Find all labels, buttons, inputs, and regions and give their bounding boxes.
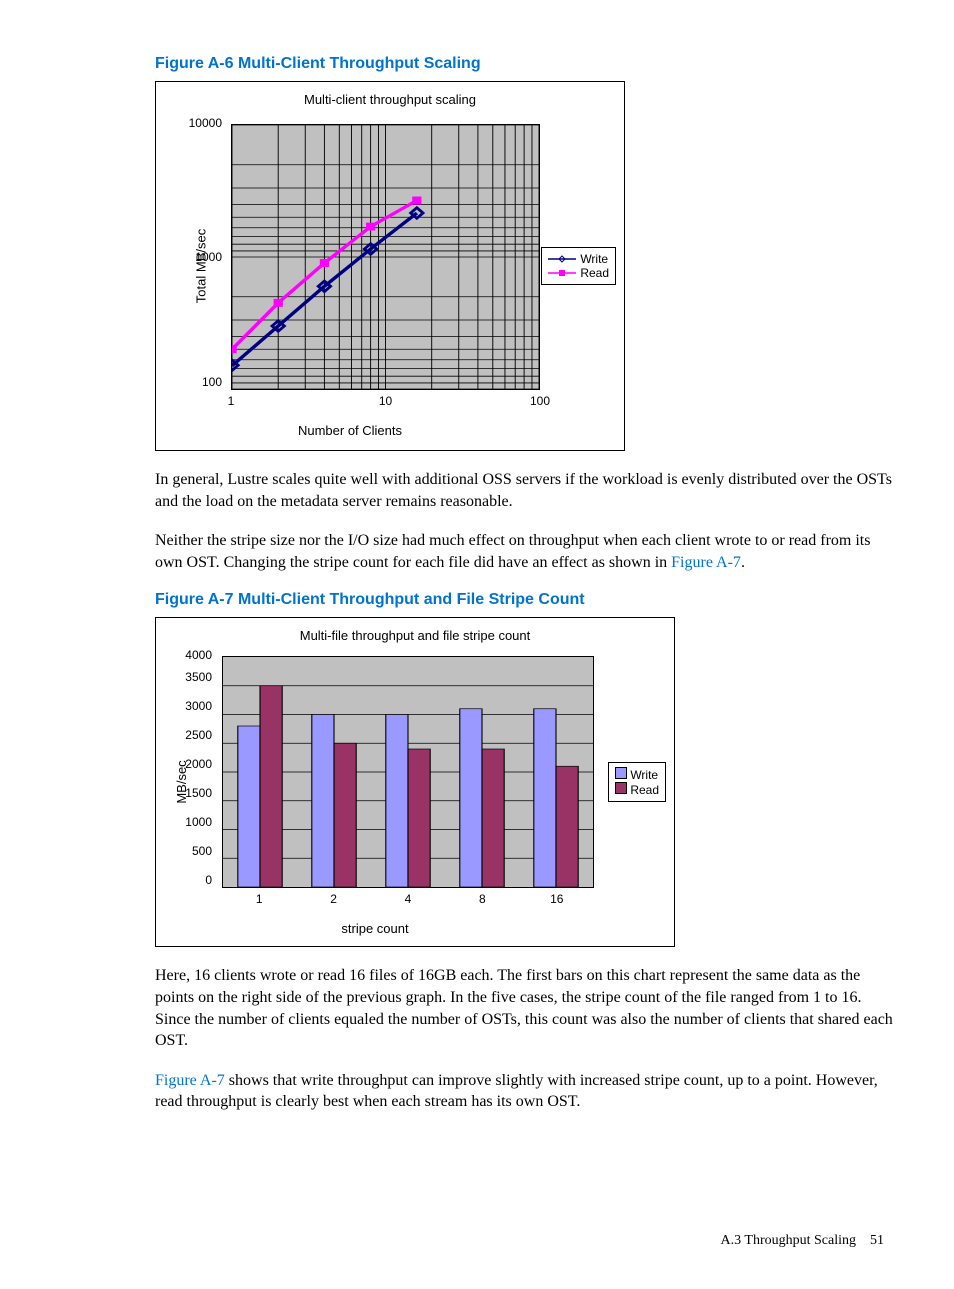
chart-a6-xlabel: Number of Clients: [156, 423, 544, 438]
xtick: 10: [379, 394, 392, 408]
text: shows that write throughput can improve …: [155, 1072, 878, 1111]
ytick: 4000: [185, 648, 212, 662]
chart-a7-xticks: 1 2 4 8 16: [222, 892, 594, 910]
figure-a6-caption: Figure A-6 Multi-Client Throughput Scali…: [155, 55, 894, 73]
chart-a7-xlabel: stripe count: [156, 921, 594, 936]
ytick: 1000: [185, 815, 212, 829]
footer-section: A.3 Throughput Scaling: [721, 1233, 856, 1248]
xtick: 8: [479, 892, 486, 906]
footer-page-number: 51: [870, 1233, 884, 1248]
text: Neither the stripe size nor the I/O size…: [155, 532, 870, 571]
page: Figure A-6 Multi-Client Throughput Scali…: [0, 0, 954, 1289]
ytick: 100: [202, 375, 222, 389]
paragraph-1: In general, Lustre scales quite well wit…: [155, 469, 894, 512]
chart-a6-legend: Write Read: [541, 247, 616, 285]
paragraph-2: Neither the stripe size nor the I/O size…: [155, 530, 894, 573]
figure-a7-link[interactable]: Figure A-7: [671, 554, 741, 571]
ytick: 10000: [189, 116, 222, 130]
ytick: 3500: [185, 670, 212, 684]
paragraph-3: Here, 16 clients wrote or read 16 files …: [155, 965, 894, 1051]
chart-a6-plot: [231, 124, 540, 390]
ytick: 0: [205, 873, 212, 887]
legend-write: Write: [580, 252, 608, 266]
chart-a7-legend: Write Read: [608, 762, 666, 802]
legend-read: Read: [580, 266, 609, 280]
text: .: [741, 554, 745, 571]
ytick: 500: [192, 844, 212, 858]
xtick: 4: [405, 892, 412, 906]
ytick: 1000: [195, 250, 222, 264]
chart-a6: Multi-client throughput scaling Total MB…: [155, 81, 625, 451]
xtick: 2: [330, 892, 337, 906]
xtick: 100: [530, 394, 550, 408]
ytick: 1500: [185, 786, 212, 800]
chart-a7-yticks: 0 500 1000 1500 2000 2500 3000 3500 4000: [156, 656, 218, 888]
xtick: 1: [228, 394, 235, 408]
xtick: 1: [256, 892, 263, 906]
figure-a7-caption: Figure A-7 Multi-Client Throughput and F…: [155, 591, 894, 609]
chart-a6-title: Multi-client throughput scaling: [156, 82, 624, 107]
chart-a6-yticks: 100 1000 10000: [156, 124, 228, 390]
xtick: 16: [550, 892, 563, 906]
ytick: 3000: [185, 699, 212, 713]
chart-a7-plot: [222, 656, 594, 888]
chart-a7: Multi-file throughput and file stripe co…: [155, 617, 675, 947]
legend-write: Write: [630, 768, 658, 782]
chart-a6-xticks: 1 10 100: [231, 394, 540, 412]
paragraph-4: Figure A-7 shows that write throughput c…: [155, 1070, 894, 1113]
chart-a7-title: Multi-file throughput and file stripe co…: [156, 618, 674, 643]
legend-read: Read: [630, 783, 659, 797]
figure-a7-link-2[interactable]: Figure A-7: [155, 1072, 225, 1089]
ytick: 2000: [185, 757, 212, 771]
page-footer: A.3 Throughput Scaling 51: [155, 1233, 894, 1249]
ytick: 2500: [185, 728, 212, 742]
